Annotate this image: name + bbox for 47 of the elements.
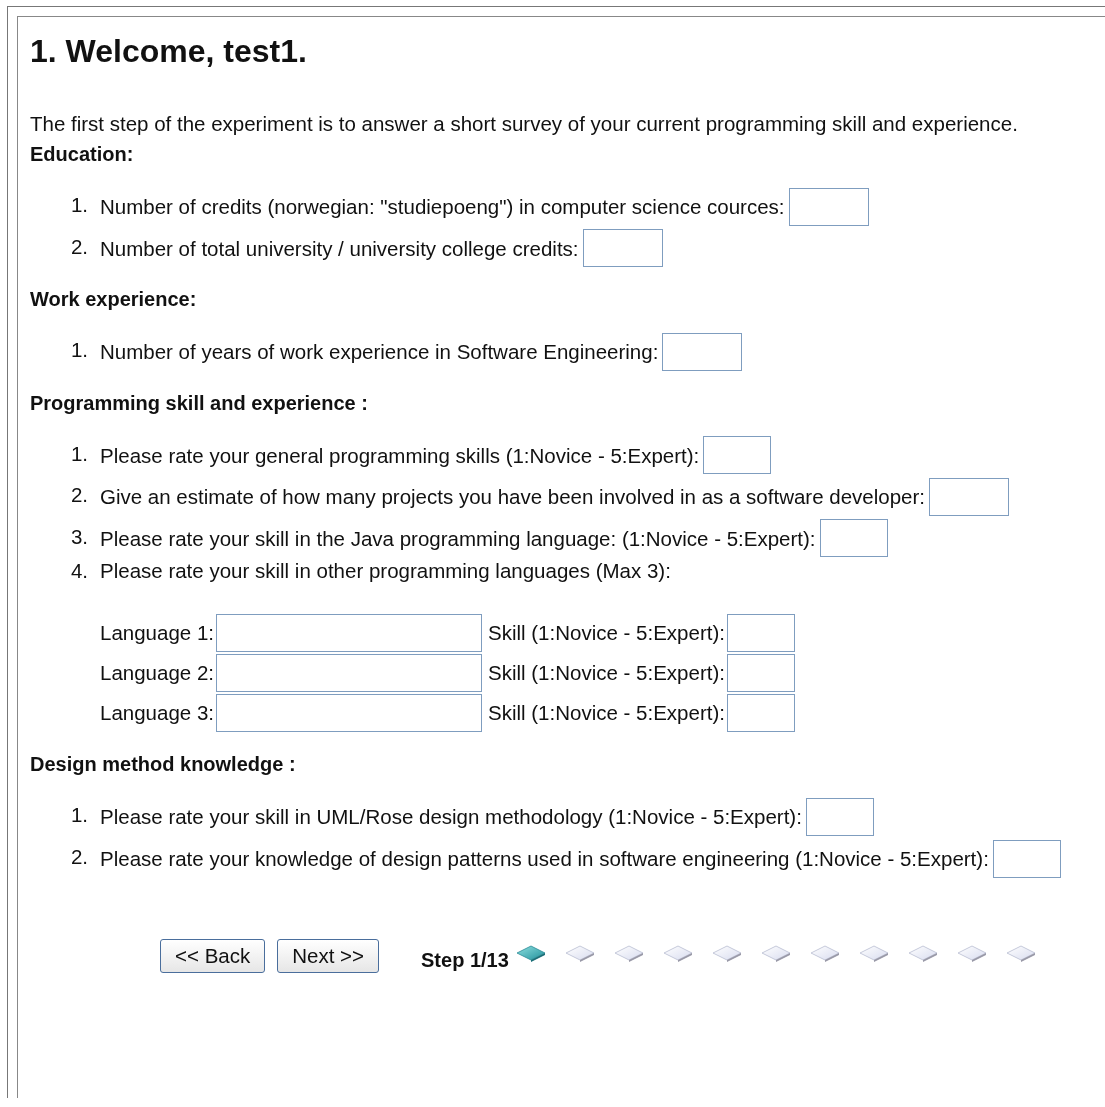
item-number: 2. bbox=[69, 482, 89, 509]
item-number: 1. bbox=[69, 440, 89, 467]
language-label: Language 3: bbox=[100, 700, 214, 727]
item-number: 2. bbox=[69, 233, 89, 260]
question-text: Give an estimate of how many projects you have been involved in as a software developer: bbox=[100, 484, 925, 508]
question-text: Number of credits (norwegian: "studiepoeng") in computer science cources: bbox=[100, 194, 785, 218]
item-number: 4. bbox=[69, 558, 89, 585]
language-field[interactable] bbox=[216, 694, 482, 733]
item-number: 1. bbox=[69, 192, 89, 218]
item-number: 1. bbox=[69, 337, 89, 364]
input-field[interactable] bbox=[703, 436, 772, 475]
step-label: Step 1/13 bbox=[421, 949, 509, 973]
skill-field[interactable] bbox=[726, 654, 795, 693]
question-text: Number of years of work experience in Software Engineering: bbox=[100, 339, 659, 363]
input-field[interactable] bbox=[819, 519, 888, 558]
skill-label: Skill (1:Novice - 5:Expert): bbox=[488, 620, 725, 647]
skill-field[interactable] bbox=[726, 614, 795, 653]
section-title: Work experience: bbox=[30, 288, 198, 311]
question-text: Please rate your skill in the Java programming language: (1:Novice - 5:Expert): bbox=[100, 526, 816, 550]
language-field[interactable] bbox=[216, 654, 482, 693]
input-field[interactable] bbox=[662, 332, 743, 371]
input-field[interactable] bbox=[992, 839, 1061, 878]
question-text: Number of total university / university college credits: bbox=[100, 236, 579, 260]
question-text: Please rate your general programming skills (1:Novice - 5:Expert): bbox=[100, 443, 700, 467]
question-text: Please rate your knowledge of design patterns used in software engineering (1:Novice - 5:Expert): bbox=[100, 846, 989, 870]
section-title: Design method knowledge : bbox=[30, 753, 297, 776]
language-label: Language 1: bbox=[100, 620, 214, 647]
item-number: 2. bbox=[69, 844, 89, 871]
next-button[interactable]: Next >> bbox=[277, 938, 379, 973]
section-title: Programming skill and experience : bbox=[30, 391, 369, 414]
language-label: Language 2: bbox=[100, 660, 214, 687]
item-number: 3. bbox=[69, 523, 89, 550]
section-title: Education: bbox=[30, 143, 135, 165]
question-text: Please rate your skill in other programming languages (Max 3): bbox=[100, 558, 672, 585]
input-field[interactable] bbox=[582, 229, 663, 268]
item-number: 1. bbox=[69, 802, 89, 829]
input-field[interactable] bbox=[805, 798, 874, 837]
intro-text: The first step of the experiment is to answer a short survey of your current programming skill and experience. bbox=[30, 111, 1019, 137]
skill-label: Skill (1:Novice - 5:Expert): bbox=[488, 700, 725, 727]
question-text: Please rate your skill in UML/Rose design methodology (1:Novice - 5:Expert): bbox=[100, 805, 802, 829]
input-field[interactable] bbox=[788, 187, 869, 226]
back-button[interactable]: << Back bbox=[160, 938, 266, 973]
skill-label: Skill (1:Novice - 5:Expert): bbox=[488, 660, 725, 687]
input-field[interactable] bbox=[929, 477, 1009, 516]
page-heading: 1. Welcome, test1. bbox=[30, 33, 308, 70]
skill-field[interactable] bbox=[726, 694, 795, 733]
language-field[interactable] bbox=[216, 614, 482, 653]
